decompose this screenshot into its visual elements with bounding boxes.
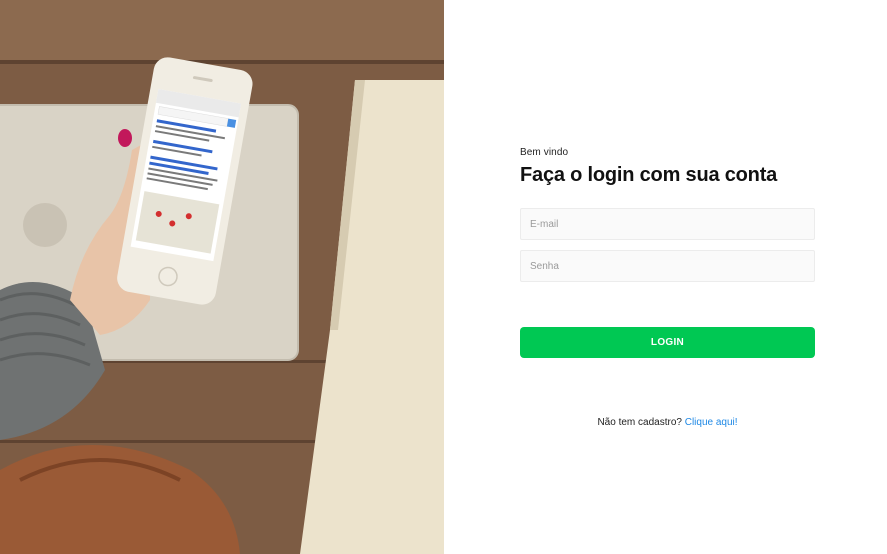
login-form: Bem vindo Faça o login com sua conta LOG… [520, 147, 815, 428]
signup-prompt: Não tem cadastro? Clique aqui! [520, 417, 815, 428]
hand-holding-phone-image [0, 0, 444, 554]
email-field[interactable] [520, 208, 815, 240]
welcome-text: Bem vindo [520, 147, 569, 158]
page-title: Faça o login com sua conta [520, 164, 778, 186]
signup-link[interactable]: Clique aqui! [685, 417, 738, 428]
password-field[interactable] [520, 250, 815, 282]
signup-prompt-text: Não tem cadastro? [597, 417, 682, 428]
hero-photo [0, 0, 444, 554]
login-button[interactable]: LOGIN [520, 327, 815, 358]
